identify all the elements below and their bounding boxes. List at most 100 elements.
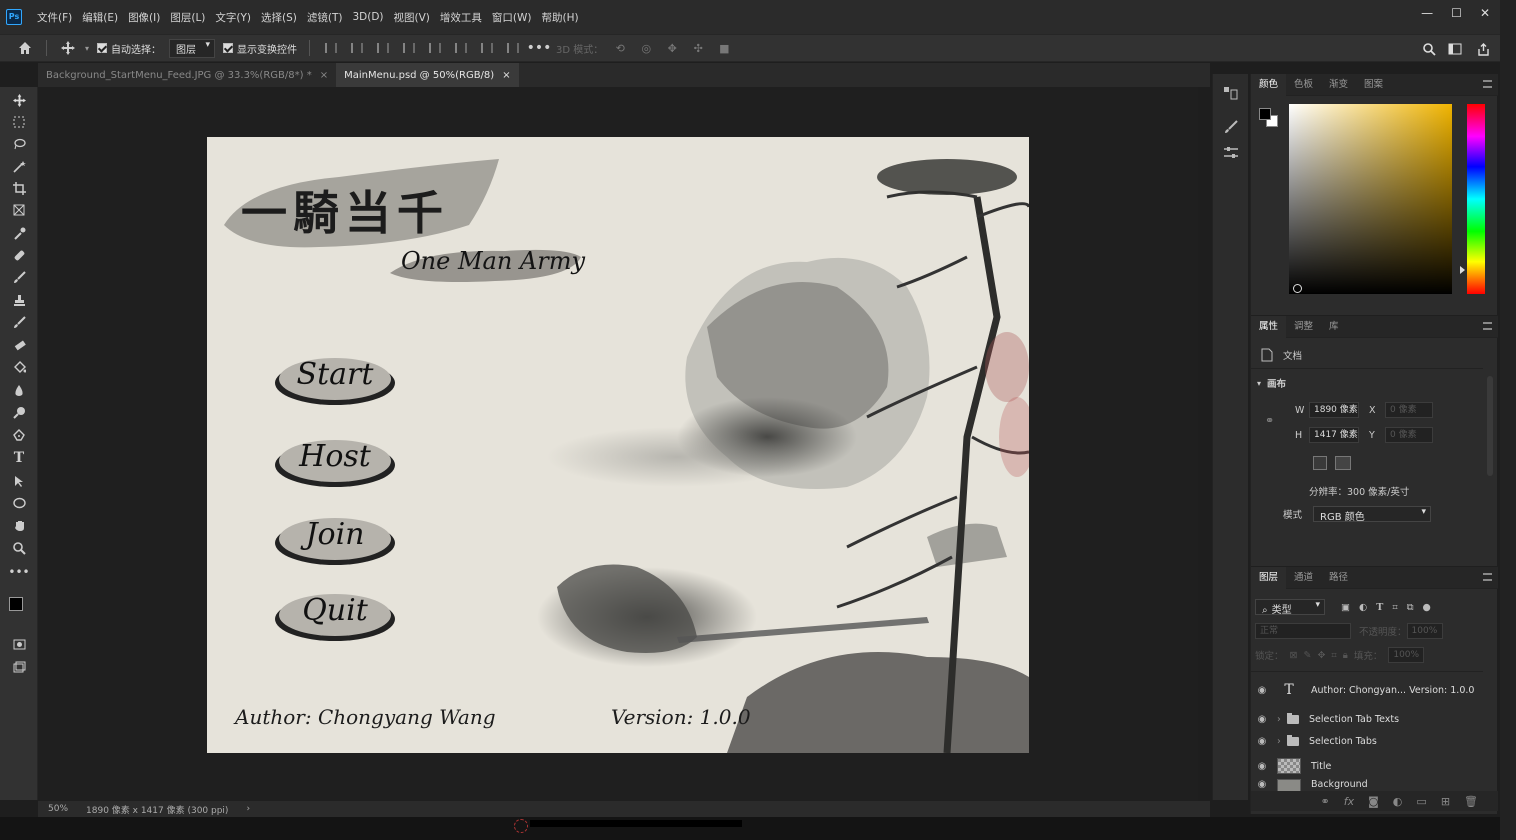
menu-layer[interactable]: 图层(L) [165, 10, 210, 25]
home-icon[interactable] [16, 39, 34, 57]
more-tools-icon[interactable]: ••• [8, 563, 29, 581]
quick-mask-icon[interactable] [9, 635, 29, 653]
filter-pixel-icon[interactable]: ▣ [1341, 602, 1350, 613]
eye-icon[interactable]: ◉ [1255, 714, 1269, 725]
frame-tool-icon[interactable] [9, 201, 29, 219]
new-group-icon[interactable]: ▭ [1416, 795, 1426, 808]
landscape-orientation-icon[interactable] [1335, 456, 1351, 470]
tab-patterns[interactable]: 图案 [1356, 74, 1391, 96]
new-layer-icon[interactable]: ⊞ [1441, 795, 1450, 808]
move-tool-icon[interactable] [59, 39, 77, 57]
lock-transparency-icon[interactable]: ⊠ [1290, 650, 1298, 661]
eye-icon[interactable]: ◉ [1255, 736, 1269, 747]
chevron-down-icon[interactable]: ▾ [85, 44, 89, 53]
opacity-field[interactable]: 100% [1406, 623, 1443, 639]
crop-tool-icon[interactable] [9, 179, 29, 197]
lock-artboard-icon[interactable]: ⌗ [1331, 650, 1336, 661]
adjustments-icon[interactable] [1223, 146, 1239, 163]
height-field[interactable]: 1417 像素 [1309, 427, 1359, 443]
pen-tool-icon[interactable] [9, 426, 29, 444]
chevron-down-icon[interactable]: ▾ [1257, 379, 1261, 388]
magic-wand-tool-icon[interactable] [9, 157, 29, 175]
color-swatches[interactable] [9, 591, 30, 627]
close-tab-icon[interactable]: × [502, 70, 510, 81]
tab-layers[interactable]: 图层 [1251, 566, 1287, 589]
delete-layer-icon[interactable]: 🗑︎ [1464, 795, 1478, 808]
history-icon[interactable] [1223, 86, 1239, 103]
chevron-right-icon[interactable]: › [1277, 714, 1287, 725]
eyedropper-tool-icon[interactable] [9, 224, 29, 242]
fill-field[interactable]: 100% [1388, 647, 1425, 663]
color-picker-handle[interactable] [1293, 284, 1302, 293]
tab-color[interactable]: 颜色 [1251, 73, 1287, 96]
eye-icon[interactable]: ◉ [1255, 779, 1269, 790]
align-bottom-icon[interactable] [478, 39, 496, 57]
hand-tool-icon[interactable] [9, 516, 29, 534]
distribute-vertical-icon[interactable] [504, 39, 522, 57]
dodge-tool-icon[interactable] [9, 403, 29, 421]
menu-plugins[interactable]: 增效工具 [435, 10, 487, 25]
menu-select[interactable]: 选择(S) [256, 10, 302, 25]
filter-toggle-icon[interactable]: ● [1423, 602, 1431, 613]
roll-3d-icon[interactable]: ◎ [637, 39, 655, 57]
screen-mode-icon[interactable] [9, 658, 29, 676]
ellipse-tool-icon[interactable] [9, 494, 29, 512]
tab-paths[interactable]: 路径 [1321, 567, 1356, 589]
distribute-icon[interactable] [400, 39, 418, 57]
blur-tool-icon[interactable] [9, 381, 29, 399]
align-center-icon[interactable] [348, 39, 366, 57]
panel-menu-icon[interactable] [1483, 573, 1492, 581]
workspace-icon[interactable] [1446, 40, 1464, 58]
minimize-icon[interactable]: — [1421, 6, 1433, 20]
align-middle-icon[interactable] [452, 39, 470, 57]
more-options-icon[interactable]: ••• [527, 39, 552, 57]
align-top-icon[interactable] [426, 39, 444, 57]
show-transform-checkbox[interactable]: 显示变换控件 [223, 41, 297, 56]
join-button[interactable]: Join [273, 511, 397, 569]
healing-brush-tool-icon[interactable] [9, 246, 29, 264]
share-icon[interactable] [1474, 40, 1492, 58]
tab-background-start-menu[interactable]: Background_StartMenu_Feed.JPG @ 33.3%(RG… [38, 63, 336, 87]
menu-edit[interactable]: 编辑(E) [77, 10, 123, 25]
lasso-tool-icon[interactable] [9, 135, 29, 153]
link-layers-icon[interactable]: ⚭ [1321, 795, 1330, 808]
tab-swatches[interactable]: 色板 [1286, 74, 1321, 96]
start-button[interactable]: Start [273, 351, 397, 409]
tab-main-menu[interactable]: MainMenu.psd @ 50%(RGB/8) × [336, 63, 519, 87]
hue-slider[interactable] [1467, 104, 1485, 294]
tab-properties[interactable]: 属性 [1251, 315, 1287, 338]
pan-3d-icon[interactable]: ✥ [663, 39, 681, 57]
close-icon[interactable]: ✕ [1480, 6, 1490, 20]
marquee-tool-icon[interactable] [9, 113, 29, 131]
filter-adjustment-icon[interactable]: ◐ [1359, 602, 1367, 613]
path-selection-tool-icon[interactable] [9, 472, 29, 490]
paint-bucket-tool-icon[interactable] [9, 358, 29, 376]
menu-3d[interactable]: 3D(D) [347, 11, 388, 23]
menu-file[interactable]: 文件(F) [32, 10, 77, 25]
menu-help[interactable]: 帮助(H) [537, 10, 584, 25]
host-button[interactable]: Host [273, 433, 397, 491]
zoom-level[interactable]: 50% [48, 804, 68, 814]
panel-menu-icon[interactable] [1483, 322, 1492, 330]
slide-3d-icon[interactable]: ✣ [689, 39, 707, 57]
hue-slider-handle[interactable] [1460, 266, 1465, 274]
type-tool-icon[interactable]: T [9, 449, 29, 467]
tab-channels[interactable]: 通道 [1286, 567, 1321, 589]
brush-settings-icon[interactable] [1223, 120, 1239, 137]
menu-filter[interactable]: 滤镜(T) [302, 10, 348, 25]
history-brush-tool-icon[interactable] [9, 313, 29, 331]
camera-3d-icon[interactable]: ■ [715, 39, 733, 57]
chevron-right-icon[interactable]: › [246, 804, 250, 814]
menu-type[interactable]: 文字(Y) [210, 10, 256, 25]
x-field[interactable]: 0 像素 [1385, 402, 1433, 418]
brush-tool-icon[interactable] [9, 268, 29, 286]
blend-mode-dropdown[interactable]: 正常 [1255, 623, 1351, 639]
auto-select-dropdown[interactable]: 图层 [169, 38, 216, 58]
layer-row[interactable]: ◉ Background [1255, 779, 1483, 791]
tab-adjustments[interactable]: 调整 [1286, 316, 1321, 338]
color-mode-dropdown[interactable]: RGB 颜色 [1313, 506, 1431, 523]
search-icon[interactable] [1420, 40, 1438, 58]
zoom-tool-icon[interactable] [9, 539, 29, 557]
eye-icon[interactable]: ◉ [1255, 685, 1269, 696]
foreground-color-swatch[interactable] [1259, 108, 1271, 120]
